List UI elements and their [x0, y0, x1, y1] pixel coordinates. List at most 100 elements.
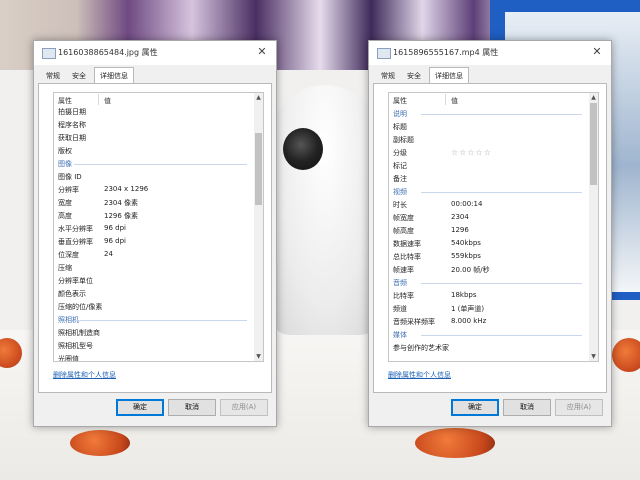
list-item[interactable]: 位深度 24 [54, 248, 253, 261]
background-fruit [70, 430, 130, 456]
list-item[interactable]: 频道 1 (单声道) [389, 302, 588, 315]
property-name: 颜色表示 [58, 290, 86, 298]
list-item[interactable]: 压缩 [54, 261, 253, 274]
background-fruit [612, 338, 640, 372]
property-value: 8.000 kHz [451, 317, 487, 325]
arrow-down-icon[interactable]: ▼ [254, 352, 263, 361]
section-header[interactable]: 视频 [389, 185, 588, 198]
remove-properties-link[interactable]: 删除属性和个人信息 [53, 370, 116, 380]
close-icon[interactable]: ✕ [254, 44, 270, 60]
section-header[interactable]: 照相机 [54, 313, 253, 326]
property-name: 图像 [58, 160, 72, 168]
property-name: 备注 [393, 175, 407, 183]
header-value[interactable]: 值 [451, 96, 458, 106]
list-item[interactable]: 帧速率 20.00 帧/秒 [389, 263, 588, 276]
list-item[interactable]: 水平分辨率 96 dpi [54, 222, 253, 235]
list-item[interactable]: 总比特率 559kbps [389, 250, 588, 263]
list-item[interactable]: 数据速率 540kbps [389, 237, 588, 250]
section-divider [74, 164, 247, 165]
list-item[interactable]: 照相机型号 [54, 339, 253, 352]
list-item[interactable]: 帧高度 1296 [389, 224, 588, 237]
property-value: 559kbps [451, 252, 481, 260]
tab-details[interactable]: 详细信息 [429, 67, 469, 84]
list-item[interactable]: 垂直分辨率 96 dpi [54, 235, 253, 248]
apply-button[interactable]: 应用(A) [220, 399, 268, 416]
section-header[interactable]: 音频 [389, 276, 588, 289]
scroll-thumb[interactable] [255, 133, 262, 205]
property-value: 540kbps [451, 239, 481, 247]
property-value: 96 dpi [104, 224, 126, 232]
property-name: 标题 [393, 123, 407, 131]
list-item[interactable]: 分辨率 2304 x 1296 [54, 183, 253, 196]
cancel-button[interactable]: 取消 [168, 399, 216, 416]
cancel-button[interactable]: 取消 [503, 399, 551, 416]
list-item[interactable]: 宽度 2304 像素 [54, 196, 253, 209]
list-item[interactable]: 备注 [389, 172, 588, 185]
property-value: 00:00:14 [451, 200, 483, 208]
list-item[interactable]: 图像 ID [54, 170, 253, 183]
details-panel: 属性 值 拍摄日期 程序名称 获取日期 版权 图像 图像 ID 分辨率 2304 x 1296… [38, 83, 272, 393]
tab-security[interactable]: 安全 [68, 69, 90, 83]
list-item[interactable]: 音频采样频率 8.000 kHz [389, 315, 588, 328]
property-value: 1 (单声道) [451, 305, 485, 313]
property-name: 版权 [58, 147, 72, 155]
list-item[interactable]: 分辨率单位 [54, 274, 253, 287]
property-name: 视频 [393, 188, 407, 196]
vertical-scrollbar[interactable]: ▲ ▼ [589, 93, 598, 361]
list-item[interactable]: 标记 [389, 159, 588, 172]
property-value: 96 dpi [104, 237, 126, 245]
header-name[interactable]: 属性 [393, 96, 407, 106]
list-item[interactable]: 参与创作的艺术家 [389, 341, 588, 354]
list-item[interactable]: 版权 [54, 144, 253, 157]
list-item[interactable]: 获取日期 [54, 131, 253, 144]
property-name: 媒体 [393, 331, 407, 339]
list-item[interactable]: 比特率 18kbps [389, 289, 588, 302]
arrow-down-icon[interactable]: ▼ [589, 352, 598, 361]
arrow-up-icon[interactable]: ▲ [254, 93, 263, 102]
property-name: 图像 ID [58, 173, 82, 181]
tab-general[interactable]: 常规 [377, 69, 399, 83]
section-header[interactable]: 说明 [389, 107, 588, 120]
tab-security[interactable]: 安全 [403, 69, 425, 83]
list-item[interactable]: 压缩的位/像素 [54, 300, 253, 313]
list-item[interactable]: 拍摄日期 [54, 105, 253, 118]
property-name: 帧高度 [393, 227, 414, 235]
list-item[interactable]: 副标题 [389, 133, 588, 146]
vertical-scrollbar[interactable]: ▲ ▼ [254, 93, 263, 361]
section-header[interactable]: 媒体 [389, 328, 588, 341]
section-divider [74, 320, 247, 321]
list-item[interactable]: 照相机制造商 [54, 326, 253, 339]
scroll-thumb[interactable] [590, 103, 597, 185]
details-panel: 属性 值 说明标题副标题 分级 ☆☆☆☆☆ 标记备注视频时长 00:00:14 帧宽度 23… [373, 83, 607, 393]
tab-details[interactable]: 详细信息 [94, 67, 134, 84]
property-name: 获取日期 [58, 134, 86, 142]
list-item[interactable]: 高度 1296 像素 [54, 209, 253, 222]
property-name: 帧速率 [393, 266, 414, 274]
property-name: 位深度 [58, 251, 79, 259]
property-name: 说明 [393, 110, 407, 118]
arrow-up-icon[interactable]: ▲ [589, 93, 598, 102]
list-item[interactable]: 帧宽度 2304 [389, 211, 588, 224]
section-header[interactable]: 图像 [54, 157, 253, 170]
list-item[interactable]: 标题 [389, 120, 588, 133]
property-value: 1296 [451, 226, 469, 234]
title-bar: 1616038865484.jpg 属性 ✕ [34, 41, 276, 65]
dialog-title: 1615896555167.mp4 属性 [393, 48, 499, 57]
close-icon[interactable]: ✕ [589, 44, 605, 60]
section-divider [421, 283, 582, 284]
ok-button[interactable]: 确定 [451, 399, 499, 416]
list-item[interactable]: 分级 ☆☆☆☆☆ [389, 146, 588, 159]
property-name: 压缩的位/像素 [58, 303, 103, 311]
property-value: 18kbps [451, 291, 477, 299]
list-item[interactable]: 时长 00:00:14 [389, 198, 588, 211]
list-item[interactable]: 光圈值 [54, 352, 253, 361]
ok-button[interactable]: 确定 [116, 399, 164, 416]
list-item[interactable]: 程序名称 [54, 118, 253, 131]
list-item[interactable]: 颜色表示 [54, 287, 253, 300]
property-name: 比特率 [393, 292, 414, 300]
rating-stars[interactable]: ☆☆☆☆☆ [451, 148, 492, 157]
property-value: 2304 x 1296 [104, 185, 149, 193]
tab-general[interactable]: 常规 [42, 69, 64, 83]
apply-button[interactable]: 应用(A) [555, 399, 603, 416]
remove-properties-link[interactable]: 删除属性和个人信息 [388, 370, 451, 380]
